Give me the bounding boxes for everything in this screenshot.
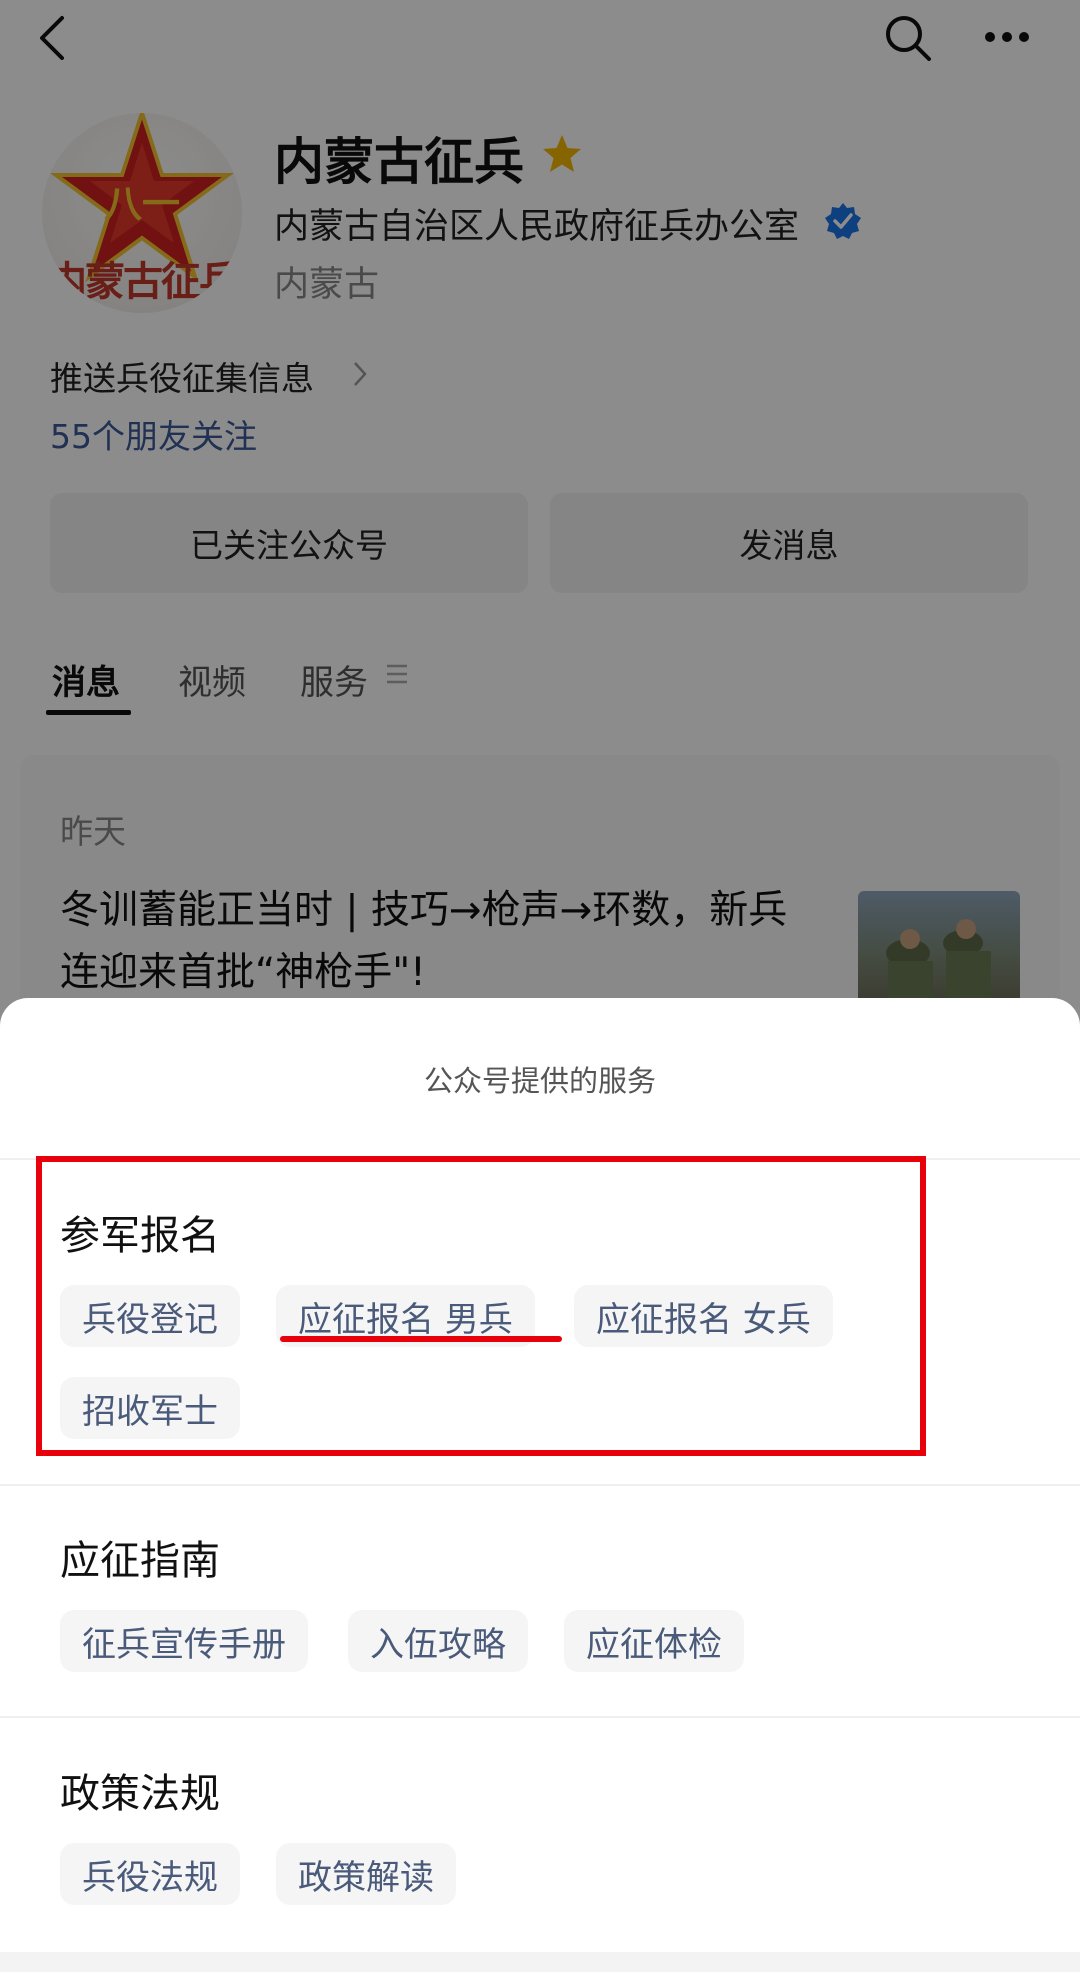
section-title-policy: 政策法规 — [60, 1771, 220, 1817]
divider — [0, 1716, 1080, 1718]
highlight-annotation-box — [36, 1156, 926, 1456]
divider — [0, 1484, 1080, 1486]
service-physical-exam[interactable]: 应征体检 — [564, 1610, 744, 1672]
sheet-bottom-bar — [0, 1952, 1080, 1972]
service-policy-interpretation[interactable]: 政策解读 — [276, 1843, 456, 1905]
highlight-underline — [280, 1336, 562, 1342]
service-military-law[interactable]: 兵役法规 — [60, 1843, 240, 1905]
service-recruitment-handbook[interactable]: 征兵宣传手册 — [60, 1610, 308, 1672]
services-sheet: 公众号提供的服务 参军报名 兵役登记 应征报名 男兵 应征报名 女兵 招收军士 … — [0, 998, 1080, 1972]
section-title-guide: 应征指南 — [60, 1538, 220, 1584]
service-enlistment-guide[interactable]: 入伍攻略 — [348, 1610, 528, 1672]
sheet-title: 公众号提供的服务 — [423, 1064, 656, 1098]
